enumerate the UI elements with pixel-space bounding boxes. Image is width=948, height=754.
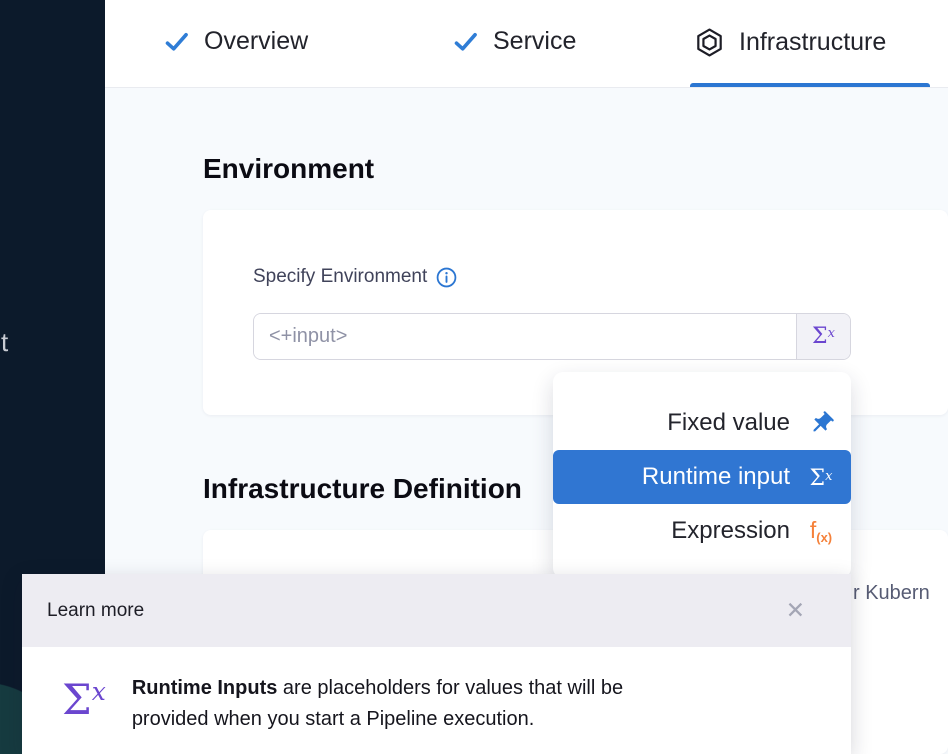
infrastructure-partial-text: r Kubern	[853, 582, 930, 605]
pin-icon	[804, 410, 838, 437]
popover-body: Σx Runtime Inputs are placeholders for v…	[22, 647, 851, 735]
check-icon	[452, 28, 479, 55]
stage-tabbar: Overview Service Infrastructure	[105, 0, 948, 88]
multitype-selector-button[interactable]: Σx	[796, 314, 850, 359]
tab-overview-label: Overview	[204, 27, 308, 56]
environment-input-group: Σx	[253, 313, 851, 360]
active-tab-underline	[690, 83, 930, 87]
tab-service-label: Service	[493, 27, 576, 56]
runtime-input-label: Runtime input	[642, 463, 790, 491]
infrastructure-hexagon-icon	[694, 27, 725, 58]
environment-heading: Environment	[203, 153, 374, 185]
close-icon[interactable]: ✕	[786, 599, 805, 622]
f-of-x-icon: f(x)	[804, 517, 838, 545]
tab-infrastructure[interactable]: Infrastructure	[694, 27, 886, 58]
dropdown-item-expression[interactable]: Expression f(x)	[553, 504, 851, 558]
info-icon[interactable]	[436, 267, 457, 288]
fixed-value-label: Fixed value	[667, 409, 790, 437]
app-frame: t Overview Service	[0, 0, 948, 754]
specify-environment-label: Specify Environment	[253, 266, 427, 288]
sidebar-truncated-text: t	[1, 327, 8, 358]
sigma-x-icon: Σx	[812, 324, 835, 349]
sigma-x-icon: Σx	[804, 463, 838, 491]
popover-header: Learn more ✕	[22, 574, 851, 647]
dropdown-item-fixed-value[interactable]: Fixed value	[553, 396, 851, 450]
infrastructure-heading: Infrastructure Definition	[203, 473, 522, 505]
popover-title: Learn more	[47, 600, 144, 622]
learn-more-popover: Learn more ✕ Σx Runtime Inputs are place…	[22, 574, 851, 754]
check-icon	[163, 28, 190, 55]
environment-input[interactable]	[254, 314, 796, 359]
dropdown-item-runtime-input[interactable]: Runtime input Σx	[553, 450, 851, 504]
tab-overview[interactable]: Overview	[163, 27, 308, 56]
tab-infrastructure-label: Infrastructure	[739, 28, 886, 57]
value-type-dropdown: Fixed value Runtime input Σx Expression …	[553, 372, 851, 578]
expression-label: Expression	[671, 517, 790, 545]
specify-environment-row: Specify Environment	[253, 266, 457, 288]
sigma-x-icon: Σx	[62, 679, 106, 721]
popover-description: Runtime Inputs are placeholders for valu…	[132, 673, 623, 735]
tab-service[interactable]: Service	[452, 27, 576, 56]
